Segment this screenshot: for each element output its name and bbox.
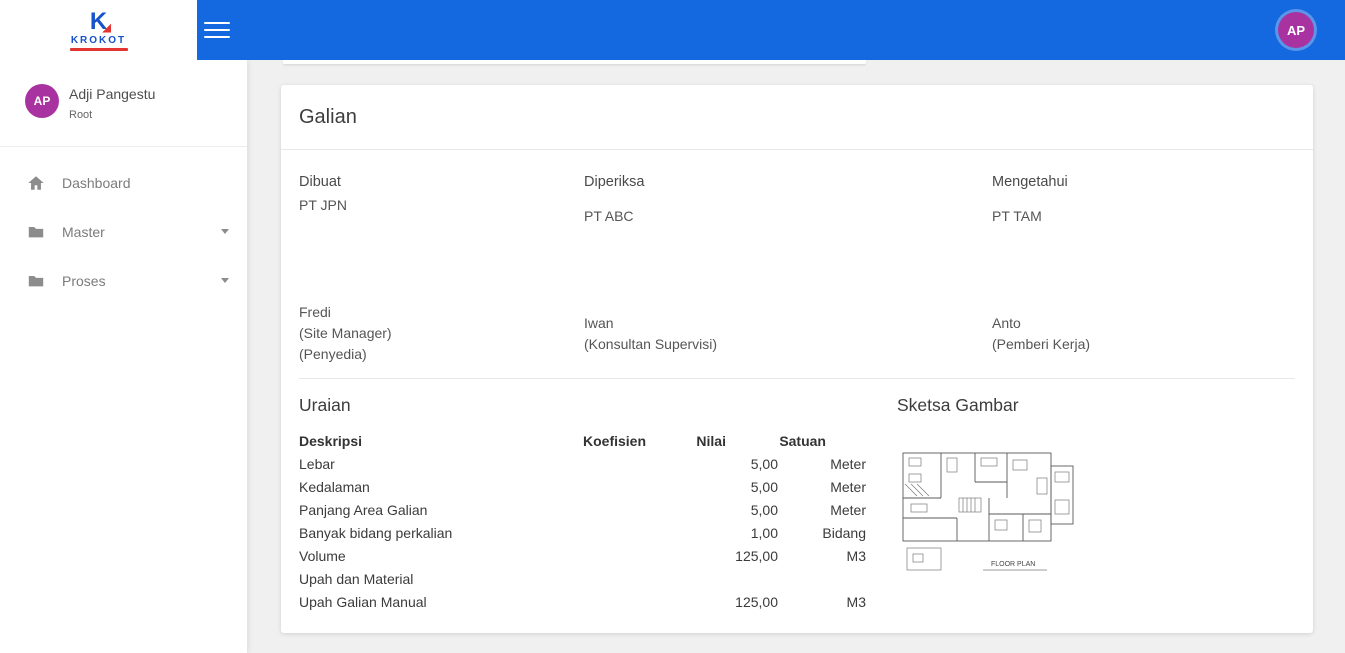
chevron-down-icon [221, 278, 229, 283]
column-header-deskripsi: Deskripsi [299, 433, 583, 449]
card-header: Galian [281, 85, 1313, 150]
sidebar: AP Adji Pangestu Root Dashboard Master P… [0, 60, 247, 653]
uraian-cell-nilai: 5,00 [673, 502, 778, 518]
approval-label: Mengetahui [992, 174, 1272, 190]
uraian-cell-deskripsi: Volume [299, 548, 583, 564]
sidebar-item-label: Proses [62, 273, 106, 289]
signer-name: Iwan [584, 313, 717, 334]
approval-label: Dibuat [299, 174, 579, 190]
approval-column-dibuat: Dibuat PT JPN Fredi (Site Manager) (Peny… [299, 174, 579, 213]
menu-toggle-button[interactable] [204, 17, 234, 43]
uraian-cell-satuan: Meter [778, 502, 866, 518]
sidebar-item-dashboard[interactable]: Dashboard [0, 158, 247, 207]
signer-name: Anto [992, 313, 1090, 334]
approval-label: Diperiksa [584, 174, 864, 190]
uraian-table-body: Lebar5,00MeterKedalaman5,00MeterPanjang … [299, 452, 866, 613]
uraian-row: Banyak bidang perkalian 1,00Bidang [299, 521, 866, 544]
uraian-row: Kedalaman 5,00Meter [299, 475, 866, 498]
uraian-cell-satuan: M3 [778, 594, 866, 610]
main-content: Galian Dibuat PT JPN Fredi (Site Manager… [247, 60, 1345, 653]
signer-role: (Penyedia) [299, 344, 392, 365]
column-header-satuan: Satuan [778, 433, 866, 449]
sidebar-item-proses[interactable]: Proses [0, 256, 247, 305]
approval-signature: Fredi (Site Manager) (Penyedia) [299, 302, 392, 365]
user-role: Root [69, 109, 155, 121]
signer-role: (Pemberi Kerja) [992, 334, 1090, 355]
uraian-cell-satuan: Meter [778, 456, 866, 472]
sidebar-user: AP Adji Pangestu Root [25, 84, 155, 121]
column-header-koefisien: Koefisien [583, 433, 673, 449]
sidebar-item-master[interactable]: Master [0, 207, 247, 256]
sidebar-menu: Dashboard Master Proses [0, 158, 247, 305]
card-title: Galian [299, 106, 357, 129]
uraian-cell-deskripsi: Lebar [299, 456, 583, 472]
approval-company: PT JPN [299, 197, 579, 213]
uraian-cell-deskripsi: Kedalaman [299, 479, 583, 495]
galian-card: Galian Dibuat PT JPN Fredi (Site Manager… [281, 85, 1313, 633]
uraian-row: Volume 125,00M3 [299, 544, 866, 567]
uraian-cell-nilai: 1,00 [673, 525, 778, 541]
uraian-row: Upah Galian Manual 125,00M3 [299, 590, 866, 613]
approval-column-mengetahui: Mengetahui PT TAM Anto (Pemberi Kerja) [992, 174, 1272, 224]
sidebar-item-label: Master [62, 224, 105, 240]
uraian-cell-satuan: Bidang [778, 525, 866, 541]
uraian-row: Upah dan Material [299, 567, 866, 590]
approval-company: PT ABC [584, 208, 864, 224]
floor-plan-image: FLOOR PLAN [897, 448, 1082, 578]
chevron-down-icon [221, 229, 229, 234]
uraian-cell-nilai: 125,00 [673, 548, 778, 564]
uraian-heading: Uraian [299, 395, 351, 416]
section-divider [299, 378, 1295, 379]
logo-underline [70, 48, 128, 51]
uraian-cell-deskripsi: Upah dan Material [299, 571, 583, 587]
uraian-cell-satuan: M3 [778, 548, 866, 564]
uraian-cell-nilai: 125,00 [673, 594, 778, 610]
approval-column-diperiksa: Diperiksa PT ABC Iwan (Konsultan Supervi… [584, 174, 864, 224]
uraian-cell-nilai: 5,00 [673, 456, 778, 472]
signer-role: (Konsultan Supervisi) [584, 334, 717, 355]
uraian-cell-deskripsi: Banyak bidang perkalian [299, 525, 583, 541]
previous-card-edge [283, 60, 866, 65]
floor-plan-caption: FLOOR PLAN [991, 561, 1035, 568]
signer-role: (Site Manager) [299, 323, 392, 344]
sidebar-user-avatar: AP [25, 84, 59, 118]
top-header: K KROKOT AP [0, 0, 1345, 60]
app-logo[interactable]: K KROKOT [0, 0, 197, 60]
logo-text: KROKOT [70, 36, 128, 46]
uraian-table-header: Deskripsi Koefisien Nilai Satuan [299, 429, 866, 452]
uraian-cell-satuan: Meter [778, 479, 866, 495]
column-header-nilai: Nilai [673, 433, 778, 449]
sidebar-item-label: Dashboard [62, 175, 131, 191]
folder-icon [27, 272, 47, 290]
uraian-table: Deskripsi Koefisien Nilai Satuan Lebar 5,… [299, 429, 866, 613]
sketsa-heading: Sketsa Gambar [897, 395, 1019, 416]
signer-name: Fredi [299, 302, 392, 323]
uraian-cell-nilai: 5,00 [673, 479, 778, 495]
approval-signature: Iwan (Konsultan Supervisi) [584, 313, 717, 355]
uraian-row: Lebar 5,00Meter [299, 452, 866, 475]
uraian-cell-deskripsi: Upah Galian Manual [299, 594, 583, 610]
sidebar-divider [0, 146, 247, 147]
uraian-cell-deskripsi: Panjang Area Galian [299, 502, 583, 518]
uraian-row: Panjang Area Galian 5,00Meter [299, 498, 866, 521]
approval-company: PT TAM [992, 208, 1272, 224]
hamburger-icon [204, 22, 234, 39]
header-user-avatar[interactable]: AP [1278, 12, 1314, 48]
user-name: Adji Pangestu [69, 86, 155, 102]
folder-icon [27, 223, 47, 241]
logo-k-icon: K [90, 10, 107, 34]
home-icon [27, 174, 47, 192]
approval-signature: Anto (Pemberi Kerja) [992, 313, 1090, 355]
